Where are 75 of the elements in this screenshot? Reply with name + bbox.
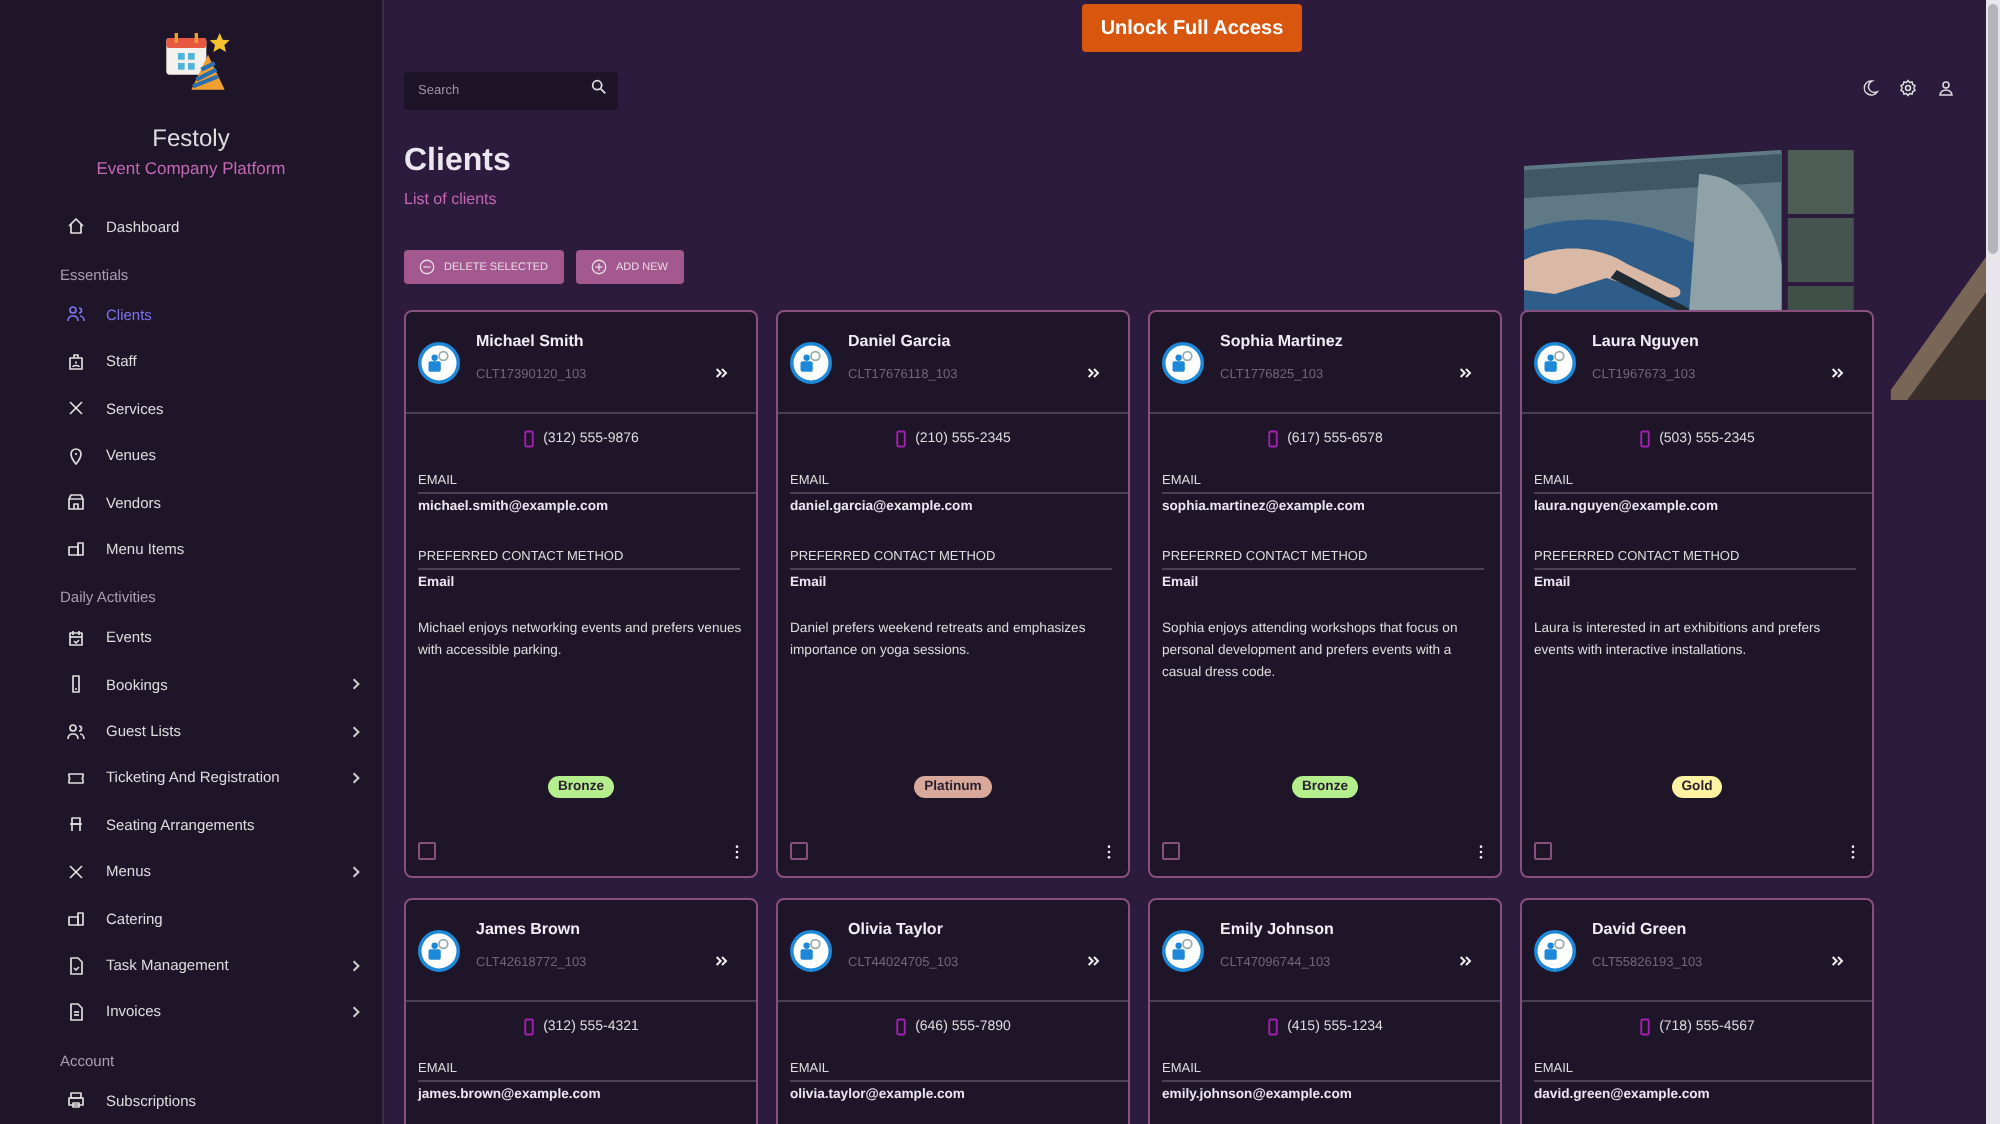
double-chevron-icon[interactable]: [1830, 365, 1846, 379]
double-chevron-icon[interactable]: [1830, 953, 1846, 967]
phone-icon: [1639, 1017, 1650, 1035]
printer-icon: [66, 1090, 86, 1111]
avatar-icon: [790, 929, 832, 971]
document-check-icon: [66, 955, 86, 976]
app-name: Festoly: [150, 124, 232, 153]
app-tagline: Event Company Platform: [94, 158, 288, 179]
avatar-icon: [790, 341, 832, 383]
double-chevron-icon[interactable]: [1086, 953, 1102, 967]
scrollbar[interactable]: [1986, 0, 2000, 1124]
document-icon: [66, 1001, 86, 1022]
store-icon: [66, 492, 86, 512]
more-icon[interactable]: [734, 843, 740, 859]
cross-icon: [66, 861, 86, 882]
chevron-right-icon: [348, 863, 364, 880]
chevron-right-icon: [348, 723, 364, 740]
more-icon[interactable]: [1850, 843, 1856, 859]
client-name: James Brown: [476, 919, 583, 937]
ticket-icon: [66, 767, 86, 788]
search-icon[interactable]: [590, 78, 608, 96]
client-name: Olivia Taylor: [848, 919, 945, 937]
house-icon: [66, 216, 86, 237]
double-chevron-icon[interactable]: [714, 953, 730, 967]
avatar-icon: [1162, 341, 1204, 383]
boxes-icon: [66, 908, 86, 929]
calendar-icon: [66, 627, 86, 648]
chevron-right-icon: [348, 676, 364, 693]
id-card-icon: [66, 351, 86, 372]
page-title: Clients: [404, 144, 511, 180]
avatar-icon: [418, 341, 460, 383]
avatar-icon: [1534, 929, 1576, 971]
people-icon: [66, 721, 86, 742]
avatar-icon: [418, 929, 460, 971]
avatar-icon: [1162, 929, 1204, 971]
user-icon[interactable]: [1936, 77, 1956, 97]
phone-icon: [895, 429, 906, 447]
double-chevron-icon[interactable]: [1458, 953, 1474, 967]
chevron-right-icon: [348, 957, 364, 974]
moon-icon[interactable]: [1860, 77, 1880, 97]
double-chevron-icon[interactable]: [1458, 365, 1474, 379]
phone-icon: [1267, 429, 1278, 447]
minus-circle-icon: [418, 258, 436, 276]
chevron-right-icon: [348, 1003, 364, 1020]
phone-icon: [523, 1017, 534, 1035]
more-icon[interactable]: [1106, 843, 1112, 859]
double-chevron-icon[interactable]: [714, 365, 730, 379]
avatar-icon: [1534, 341, 1576, 383]
client-name: Emily Johnson: [1220, 919, 1336, 937]
phone-icon: [1639, 429, 1650, 447]
select-checkbox[interactable]: [418, 842, 436, 860]
select-checkbox[interactable]: [1534, 842, 1552, 860]
more-icon[interactable]: [1478, 843, 1484, 859]
chevron-right-icon: [348, 769, 364, 786]
double-chevron-icon[interactable]: [1086, 365, 1102, 379]
boxes-icon: [66, 538, 86, 559]
chair-icon: [66, 814, 86, 835]
phone-icon: [66, 674, 86, 695]
unlock-button[interactable]: Unlock Full Access: [1082, 4, 1302, 52]
client-name: Laura Nguyen: [1592, 331, 1701, 349]
map-pin-icon: [66, 445, 86, 466]
select-checkbox[interactable]: [790, 842, 808, 860]
phone-icon: [523, 429, 534, 447]
settings-icon[interactable]: [1898, 77, 1918, 97]
client-name: Michael Smith: [476, 331, 586, 349]
people-icon: [66, 304, 86, 325]
plus-circle-icon: [589, 258, 608, 276]
client-name: Sophia Martinez: [1220, 331, 1345, 349]
cross-icon: [66, 398, 86, 419]
phone-icon: [895, 1017, 906, 1035]
phone-icon: [1267, 1017, 1278, 1035]
select-checkbox[interactable]: [1162, 842, 1180, 860]
client-name: David Green: [1592, 919, 1689, 937]
page-subtitle: List of clients: [404, 190, 497, 208]
client-name: Daniel Garcia: [848, 331, 953, 349]
